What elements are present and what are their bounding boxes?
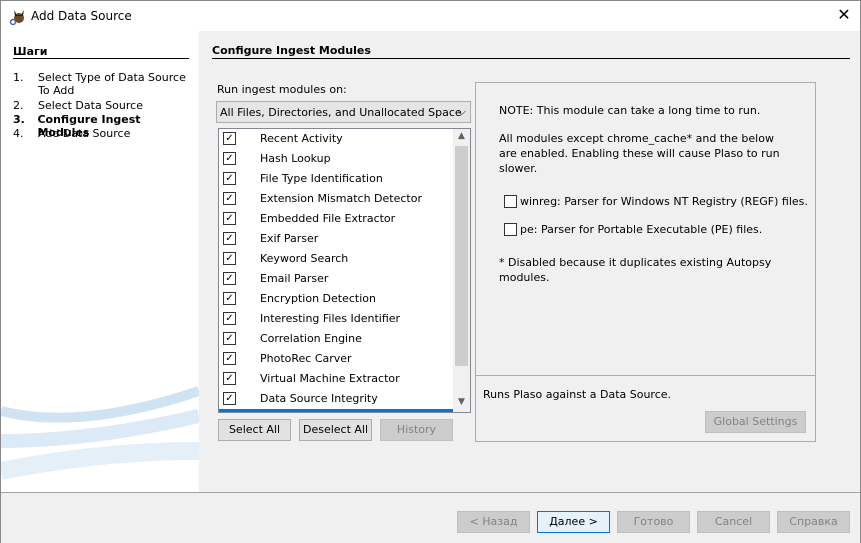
scroll-up-icon[interactable]: ▲ bbox=[453, 131, 470, 141]
step-number: 1. bbox=[13, 71, 24, 84]
module-label: Keyword Search bbox=[260, 252, 349, 265]
autopsy-logo-icon bbox=[9, 10, 24, 25]
step-label: Select Type of Data Source To Add bbox=[38, 71, 186, 97]
module-label: PhotoRec Carver bbox=[260, 352, 352, 365]
module-label: Embedded File Extractor bbox=[260, 212, 396, 225]
module-row[interactable]: ✓ Hash Lookup bbox=[219, 149, 454, 169]
pe-checkbox[interactable] bbox=[504, 223, 517, 236]
module-row[interactable]: ✓ Recent Activity bbox=[219, 129, 454, 149]
module-label: Encryption Detection bbox=[260, 292, 376, 305]
module-checkbox[interactable]: ✓ bbox=[223, 272, 236, 285]
step-number: 4. bbox=[13, 127, 24, 140]
dropdown-value: All Files, Directories, and Unallocated … bbox=[220, 106, 462, 119]
module-label: Hash Lookup bbox=[260, 152, 331, 165]
winreg-label: winreg: Parser for Windows NT Registry (… bbox=[520, 195, 808, 208]
module-row[interactable]: ✓ PhotoRec Carver bbox=[219, 349, 454, 369]
module-row[interactable]: ✓ Encryption Detection bbox=[219, 289, 454, 309]
step-number: 2. bbox=[13, 99, 24, 112]
window-title: Add Data Source bbox=[31, 9, 132, 23]
module-label: File Type Identification bbox=[260, 172, 383, 185]
scrollbar-thumb[interactable] bbox=[455, 146, 468, 366]
module-label: Exif Parser bbox=[260, 232, 319, 245]
scroll-down-icon[interactable]: ▼ bbox=[453, 397, 470, 407]
module-label: Interesting Files Identifier bbox=[260, 312, 401, 325]
deselect-all-button[interactable]: Deselect All bbox=[299, 419, 372, 441]
help-button[interactable]: Справка bbox=[777, 511, 850, 533]
title-bar: Add Data Source ✕ bbox=[1, 1, 860, 31]
decorative-graphic bbox=[1, 386, 199, 480]
module-row[interactable]: ✓ Keyword Search bbox=[219, 249, 454, 269]
cancel-button[interactable]: Cancel bbox=[697, 511, 770, 533]
note-text: NOTE: This module can take a long time t… bbox=[499, 104, 761, 117]
module-checkbox[interactable]: ✓ bbox=[223, 312, 236, 325]
module-checkbox[interactable]: ✓ bbox=[223, 372, 236, 385]
next-button[interactable]: Далее > bbox=[537, 511, 610, 533]
module-row[interactable]: ✓ Data Source Integrity bbox=[219, 389, 454, 409]
divider bbox=[476, 375, 815, 376]
module-checkbox[interactable]: ✓ bbox=[223, 352, 236, 365]
module-row[interactable]: ✓ Correlation Engine bbox=[219, 329, 454, 349]
divider bbox=[212, 58, 850, 59]
module-checkbox[interactable]: ✓ bbox=[223, 392, 236, 405]
close-icon[interactable]: ✕ bbox=[833, 5, 855, 24]
module-checkbox[interactable]: ✓ bbox=[223, 152, 236, 165]
module-checkbox[interactable]: ✓ bbox=[223, 212, 236, 225]
steps-panel: Шаги 1. Select Type of Data Source To Add… bbox=[1, 31, 199, 492]
step-1: 1. Select Type of Data Source To Add bbox=[13, 71, 193, 97]
back-button[interactable]: < Назад bbox=[457, 511, 530, 533]
selected-row-highlight bbox=[219, 409, 454, 412]
module-checkbox[interactable]: ✓ bbox=[223, 132, 236, 145]
footer-bar: < Назад Далее > Готово Cancel Справка bbox=[1, 492, 860, 543]
pe-label: pe: Parser for Portable Executable (PE) … bbox=[520, 223, 763, 236]
history-button[interactable]: History bbox=[380, 419, 453, 441]
select-all-button[interactable]: Select All bbox=[218, 419, 291, 441]
module-row[interactable]: ✓ Virtual Machine Extractor bbox=[219, 369, 454, 389]
run-on-dropdown[interactable]: All Files, Directories, and Unallocated … bbox=[216, 101, 471, 123]
module-label: Recent Activity bbox=[260, 132, 343, 145]
module-label: Extension Mismatch Detector bbox=[260, 192, 422, 205]
ingest-modules-list: ✓ Recent Activity ✓ Hash Lookup ✓ File Type I… bbox=[218, 128, 471, 413]
module-label: Data Source Integrity bbox=[260, 392, 378, 405]
module-label: Virtual Machine Extractor bbox=[260, 372, 400, 385]
step-label: Select Data Source bbox=[38, 99, 143, 112]
footnote-text: * Disabled because it duplicates existin… bbox=[499, 256, 772, 284]
global-settings-button[interactable]: Global Settings bbox=[705, 411, 806, 433]
step-label: Add Data Source bbox=[38, 127, 131, 140]
divider bbox=[13, 58, 189, 59]
module-checkbox[interactable]: ✓ bbox=[223, 332, 236, 345]
winreg-checkbox[interactable] bbox=[504, 195, 517, 208]
module-row[interactable]: ✓ Interesting Files Identifier bbox=[219, 309, 454, 329]
module-description: Runs Plaso against a Data Source. bbox=[483, 388, 672, 401]
scrollbar[interactable]: ▲ ▼ bbox=[453, 129, 470, 412]
module-checkbox[interactable]: ✓ bbox=[223, 252, 236, 265]
run-on-label: Run ingest modules on: bbox=[217, 83, 347, 96]
steps-header: Шаги bbox=[13, 45, 48, 58]
add-data-source-dialog: Add Data Source ✕ Шаги 1. Select Type of … bbox=[0, 0, 861, 543]
module-row[interactable]: ✓ Exif Parser bbox=[219, 229, 454, 249]
module-label: Correlation Engine bbox=[260, 332, 362, 345]
step-4: 4. Add Data Source bbox=[13, 127, 193, 140]
module-settings-panel: NOTE: This module can take a long time t… bbox=[475, 82, 816, 442]
module-checkbox[interactable]: ✓ bbox=[223, 232, 236, 245]
module-row[interactable]: ✓ Embedded File Extractor bbox=[219, 209, 454, 229]
chevron-down-icon: ⌵ bbox=[457, 105, 466, 118]
step-2: 2. Select Data Source bbox=[13, 99, 193, 112]
module-checkbox[interactable]: ✓ bbox=[223, 192, 236, 205]
module-row[interactable]: ✓ Email Parser bbox=[219, 269, 454, 289]
module-row[interactable]: ✓ Extension Mismatch Detector bbox=[219, 189, 454, 209]
description-text: All modules except chrome_cache* and the… bbox=[499, 132, 780, 175]
finish-button[interactable]: Готово bbox=[617, 511, 690, 533]
module-label: Email Parser bbox=[260, 272, 329, 285]
module-checkbox[interactable]: ✓ bbox=[223, 292, 236, 305]
module-row[interactable]: ✓ File Type Identification bbox=[219, 169, 454, 189]
page-title: Configure Ingest Modules bbox=[212, 44, 371, 57]
module-checkbox[interactable]: ✓ bbox=[223, 172, 236, 185]
